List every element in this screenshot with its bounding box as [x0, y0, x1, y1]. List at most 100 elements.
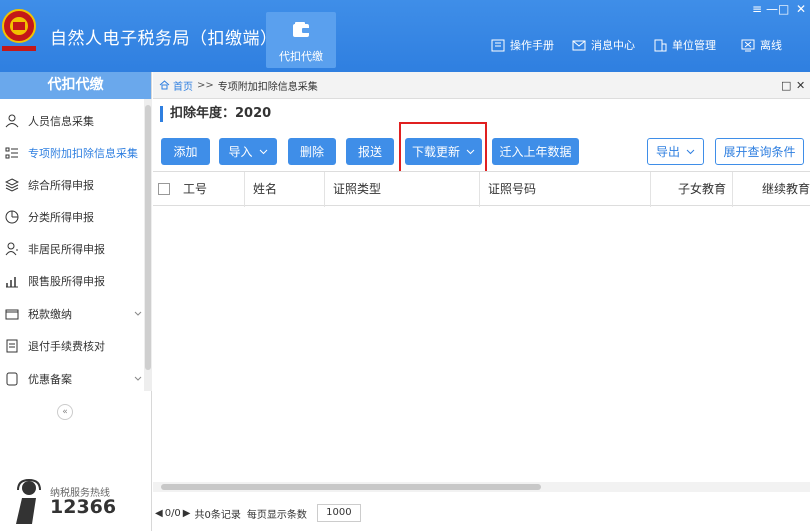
tab-restore-button[interactable]: □: [781, 79, 791, 92]
sidebar-item-restricted-stock[interactable]: 限售股所得申报: [0, 265, 144, 297]
pie-icon: [5, 210, 19, 224]
list-icon: [5, 147, 18, 159]
minimize-button[interactable]: —: [766, 2, 778, 16]
hotline-number: 12366: [50, 496, 117, 518]
offline-icon: [741, 39, 755, 51]
sidebar-header: 代扣代缴: [0, 72, 151, 99]
close-button[interactable]: ✕: [796, 2, 806, 16]
add-button[interactable]: 添加: [161, 138, 210, 165]
add-button-label: 添加: [173, 145, 198, 159]
building-icon: [654, 39, 667, 51]
chevron-down-icon: [134, 376, 142, 381]
expand-query-button[interactable]: 展开查询条件: [715, 138, 804, 165]
expand-query-label: 展开查询条件: [723, 145, 796, 159]
link-offline[interactable]: 离线: [741, 37, 782, 53]
breadcrumb: 首页 >> 专项附加扣除信息采集 □ ✕: [153, 72, 810, 99]
delete-button-label: 删除: [299, 145, 324, 159]
prev-page-icon[interactable]: ◀: [155, 508, 163, 519]
sidebar-item-label: 优惠备案: [28, 373, 72, 386]
sidebar-item-refund-fee[interactable]: 退付手续费核对: [0, 330, 144, 362]
link-unit-management[interactable]: 单位管理: [653, 37, 716, 53]
chevron-down-icon: [134, 311, 142, 316]
submit-button[interactable]: 报送: [346, 138, 394, 165]
sidebar-item-nonresident[interactable]: 非居民所得申报: [0, 233, 144, 265]
app-title: 自然人电子税务局（扣缴端）: [50, 29, 278, 49]
column-header-id-type[interactable]: 证照类型: [325, 172, 480, 207]
per-page-label: 每页显示条数: [246, 509, 307, 521]
page-indicator: 0/0: [164, 507, 181, 519]
column-header-child-education[interactable]: 子女教育: [651, 172, 733, 207]
sidebar-item-label: 综合所得申报: [28, 179, 94, 192]
column-header-employee-id[interactable]: 工号: [175, 172, 245, 207]
breadcrumb-home[interactable]: 首页: [159, 78, 193, 93]
doc-icon: [6, 372, 18, 386]
sidebar-item-special-deduction[interactable]: 专项附加扣除信息采集: [0, 137, 144, 169]
top-nav-withholding[interactable]: 代扣代缴: [266, 12, 336, 68]
link-offline-label: 离线: [760, 39, 782, 52]
person-icon: [5, 114, 19, 128]
select-all-cell: [153, 172, 175, 207]
column-header-continuing-education[interactable]: 继续教育: [733, 172, 810, 207]
select-all-checkbox[interactable]: [158, 183, 170, 195]
export-button[interactable]: 导出: [647, 138, 704, 165]
sidebar-item-label: 退付手续费核对: [28, 340, 105, 353]
sidebar-item-preferential[interactable]: 优惠备案: [0, 363, 144, 395]
sidebar-scrollbar[interactable]: [144, 99, 152, 391]
sidebar-item-label: 专项附加扣除信息采集: [28, 147, 138, 160]
mail-icon: [572, 40, 586, 50]
sidebar-item-label: 分类所得申报: [28, 211, 94, 224]
top-nav-label: 代扣代缴: [279, 50, 323, 63]
chevron-down-icon: [686, 149, 695, 154]
import-button-label: 导入: [228, 145, 253, 159]
breadcrumb-current: 专项附加扣除信息采集: [217, 81, 318, 93]
person-alt-icon: [5, 242, 18, 256]
pagination: ◀ 0/0 ▶ 共0条记录 每页显示条数 1000: [153, 504, 361, 522]
sidebar-item-label: 非居民所得申报: [28, 243, 105, 256]
scrollbar-thumb[interactable]: [161, 484, 541, 490]
headset-icon: [16, 478, 41, 524]
hotline-panel: 纳税服务热线 12366: [12, 474, 142, 528]
sidebar-item-label: 税款缴纳: [28, 308, 72, 321]
breadcrumb-home-label: 首页: [173, 81, 193, 93]
collapse-sidebar-button[interactable]: «: [57, 404, 73, 420]
bar-chart-icon: [6, 277, 18, 288]
sidebar-item-label: 人员信息采集: [28, 115, 94, 128]
maximize-button[interactable]: □: [778, 2, 789, 16]
sidebar-item-personnel[interactable]: 人员信息采集: [0, 105, 144, 137]
wallet-icon: [293, 22, 310, 37]
submit-button-label: 报送: [357, 145, 382, 159]
table-horizontal-scrollbar[interactable]: [153, 482, 810, 492]
tax-emblem-icon: [2, 9, 36, 51]
link-manual[interactable]: 操作手册: [491, 37, 554, 53]
move-last-year-label: 迁入上年数据: [499, 145, 572, 159]
link-messages-label: 消息中心: [591, 39, 635, 52]
title-bar: 自然人电子税务局（扣缴端） 代扣代缴 ≡ — □ ✕ 操作手册 消息中心 单位管…: [0, 0, 810, 72]
layers-icon: [5, 178, 19, 192]
per-page-input[interactable]: 1000: [316, 504, 361, 522]
import-button[interactable]: 导入: [219, 138, 277, 165]
sidebar-item-comprehensive[interactable]: 综合所得申报: [0, 169, 144, 201]
export-button-label: 导出: [655, 145, 680, 159]
column-header-name[interactable]: 姓名: [245, 172, 325, 207]
table-header: 工号 姓名 证照类型 证照号码 子女教育 继续教育: [153, 171, 810, 207]
manual-icon: [491, 39, 505, 51]
wallet-icon: [5, 309, 19, 320]
delete-button[interactable]: 删除: [288, 138, 336, 165]
receipt-icon: [6, 339, 18, 353]
scrollbar-thumb[interactable]: [145, 105, 151, 370]
column-header-id-number[interactable]: 证照号码: [480, 172, 651, 207]
menu-icon[interactable]: ≡: [752, 2, 762, 16]
sidebar-item-tax-payment[interactable]: 税款缴纳: [0, 298, 144, 330]
home-icon: [159, 80, 170, 90]
link-messages[interactable]: 消息中心: [572, 37, 635, 53]
next-page-icon[interactable]: ▶: [183, 508, 191, 519]
sidebar-item-label: 限售股所得申报: [28, 275, 105, 288]
sidebar: 代扣代缴 人员信息采集 专项附加扣除信息采集 综合所得申报 分类所得申报 非居民…: [0, 72, 152, 531]
link-unit-management-label: 单位管理: [672, 39, 716, 52]
tab-close-button[interactable]: ✕: [796, 79, 805, 92]
deduction-year: 扣除年度：2020: [160, 106, 271, 122]
sidebar-item-classified[interactable]: 分类所得申报: [0, 201, 144, 233]
move-last-year-button[interactable]: 迁入上年数据: [492, 138, 579, 165]
breadcrumb-separator: >>: [197, 79, 214, 91]
total-records: 共0条记录: [194, 509, 241, 521]
